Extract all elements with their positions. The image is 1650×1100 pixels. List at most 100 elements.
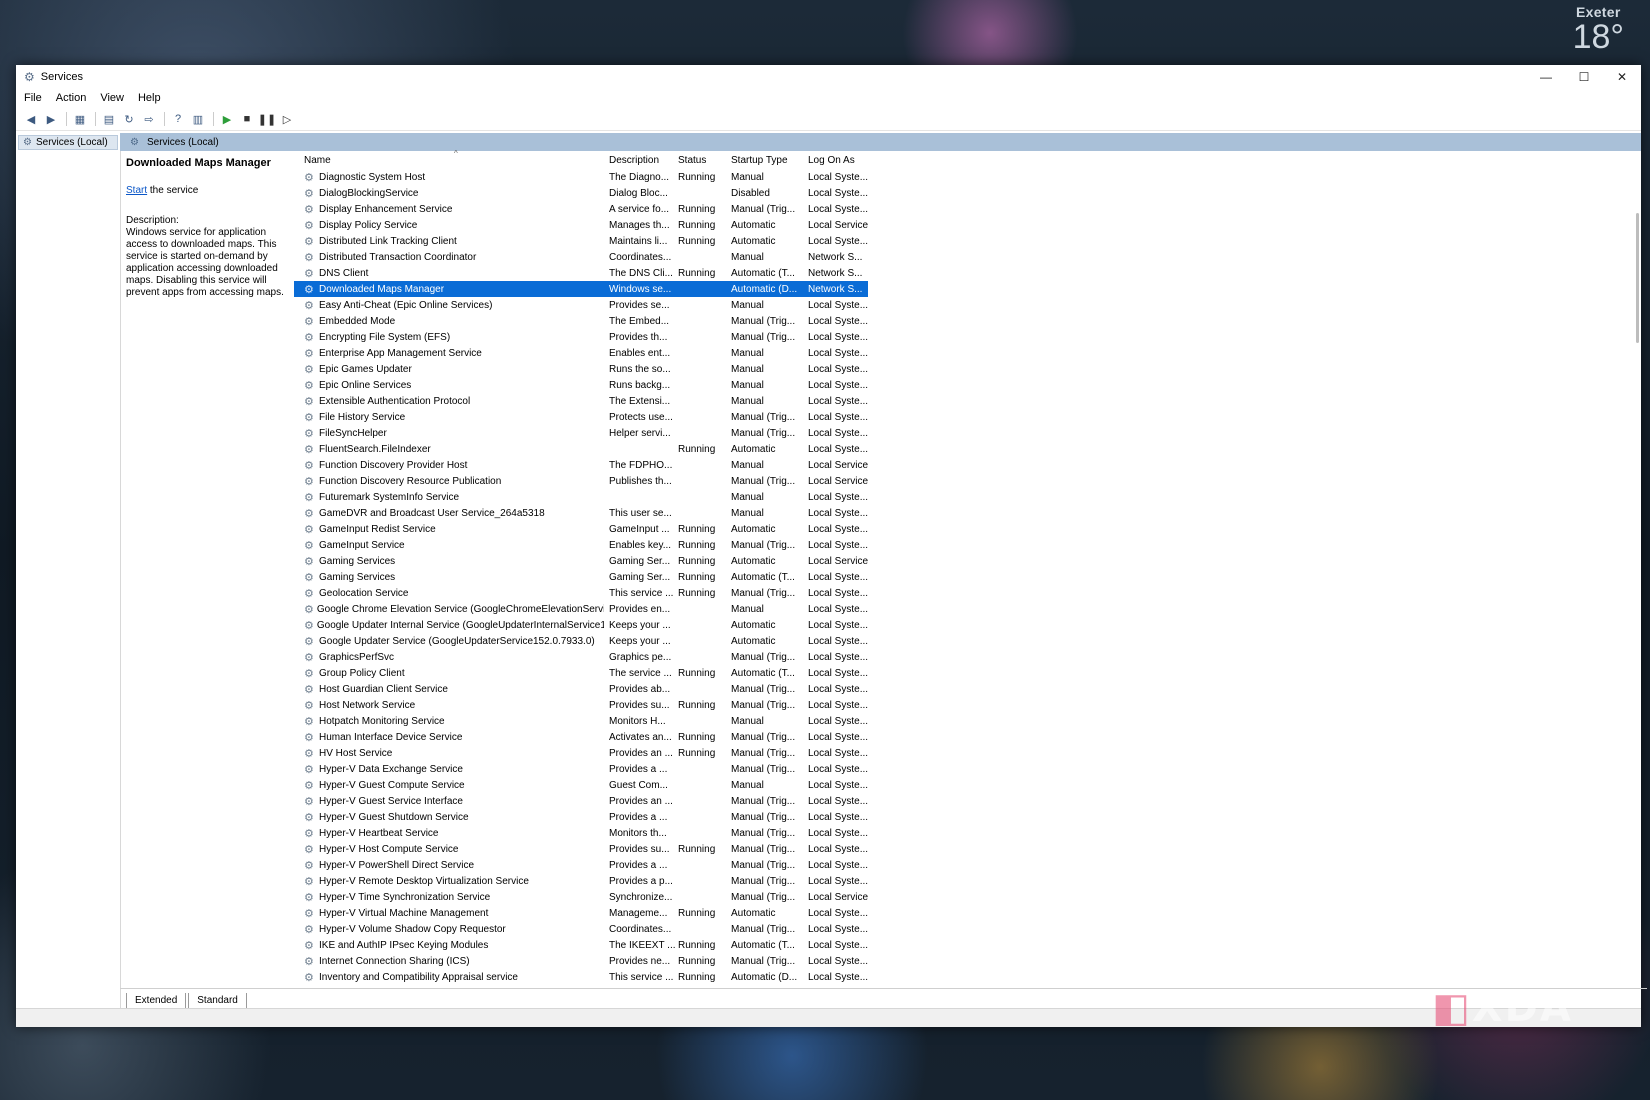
table-row[interactable]: ⚙ File History Service Protects use... Manu… <box>294 409 1641 425</box>
console-tree-icon[interactable]: ▦ <box>71 111 89 127</box>
table-row[interactable]: ⚙ Downloaded Maps Manager Windows se... Aut… <box>294 281 868 297</box>
table-row[interactable]: ⚙ Hyper-V PowerShell Direct Service Provid… <box>294 857 1641 873</box>
table-row[interactable]: ⚙ Epic Online Services Runs backg... Manual… <box>294 377 1641 393</box>
pause-icon[interactable]: ❚❚ <box>258 111 276 127</box>
menu-action[interactable]: Action <box>56 92 87 104</box>
menu-view[interactable]: View <box>100 92 124 104</box>
table-row[interactable]: ⚙ Hyper-V Guest Compute Service Guest Com.… <box>294 777 1641 793</box>
menu-file[interactable]: File <box>24 92 42 104</box>
service-startup-cell-text: Manual <box>731 251 764 263</box>
table-row[interactable]: ⚙ Extensible Authentication Protocol The E… <box>294 393 1641 409</box>
table-row[interactable]: ⚙ Distributed Transaction Coordinator Coor… <box>294 249 1641 265</box>
column-name[interactable]: Name <box>294 155 604 166</box>
title-bar[interactable]: ⚙ Services — ☐ ✕ <box>16 65 1641 88</box>
minimize-button[interactable]: — <box>1527 65 1565 88</box>
table-row[interactable]: ⚙ Epic Games Updater Runs the so... Manual L… <box>294 361 1641 377</box>
service-startup-cell: Disabled <box>728 188 805 199</box>
table-row[interactable]: ⚙ Human Interface Device Service Activates… <box>294 729 1641 745</box>
service-startup-cell-text: Manual (Trig... <box>731 731 796 743</box>
table-row[interactable]: ⚙ DNS Client The DNS Cli... Running Automati… <box>294 265 1641 281</box>
table-row[interactable]: ⚙ Inventory and Compatibility Appraisal s… <box>294 969 1641 985</box>
table-row[interactable]: ⚙ Geolocation Service This service ... Runn… <box>294 585 1641 601</box>
table-row[interactable]: ⚙ FluentSearch.FileIndexer Running Automati… <box>294 441 1641 457</box>
column-status[interactable]: Status <box>675 155 728 166</box>
table-row[interactable]: ⚙ Internet Connection Sharing (ICS) Provid… <box>294 953 1641 969</box>
table-row[interactable]: ⚙ Hyper-V Virtual Machine Management Manag… <box>294 905 1641 921</box>
stop-icon[interactable]: ■ <box>238 111 256 127</box>
table-row[interactable]: ⚙ Hyper-V Time Synchronization Service Syn… <box>294 889 1641 905</box>
table-row[interactable]: ⚙ Hyper-V Heartbeat Service Monitors th...… <box>294 825 1641 841</box>
table-row[interactable]: ⚙ GameInput Service Enables key... Running M… <box>294 537 1641 553</box>
table-row[interactable]: ⚙ Function Discovery Resource Publication… <box>294 473 1641 489</box>
service-description-cell-text: A service fo... <box>609 203 670 215</box>
table-row[interactable]: ⚙ FileSyncHelper Helper servi... Manual (Tr… <box>294 425 1641 441</box>
menu-help[interactable]: Help <box>138 92 161 104</box>
properties-icon[interactable]: ▤ <box>100 111 118 127</box>
service-startup-cell-text: Manual <box>731 715 764 727</box>
table-row[interactable]: ⚙ Display Policy Service Manages th... Runn… <box>294 217 1641 233</box>
table-row[interactable]: ⚙ Hyper-V Data Exchange Service Provides a… <box>294 761 1641 777</box>
table-row[interactable]: ⚙ Distributed Link Tracking Client Maintai… <box>294 233 1641 249</box>
back-arrow-icon[interactable]: ◀ <box>22 111 40 127</box>
refresh-icon[interactable]: ↻ <box>120 111 138 127</box>
maximize-button[interactable]: ☐ <box>1565 65 1603 88</box>
table-row[interactable]: ⚙ Hyper-V Volume Shadow Copy Requestor Coo… <box>294 921 1641 937</box>
column-startup-type[interactable]: Startup Type <box>728 155 805 166</box>
tab-standard[interactable]: Standard <box>188 993 247 1009</box>
table-row[interactable]: ⚙ Hyper-V Guest Shutdown Service Provides … <box>294 809 1641 825</box>
service-name-cell-text: Downloaded Maps Manager <box>319 283 445 295</box>
table-row[interactable]: ⚙ Hotpatch Monitoring Service Monitors H..… <box>294 713 1641 729</box>
service-logon-cell-text: Local Syste... <box>808 203 868 215</box>
table-row[interactable]: ⚙ Hyper-V Guest Service Interface Provides… <box>294 793 1641 809</box>
table-row[interactable]: ⚙ GameInput Redist Service GameInput ... Ru… <box>294 521 1641 537</box>
table-row[interactable]: ⚙ Google Updater Internal Service (Google… <box>294 617 1641 633</box>
start-icon[interactable]: ▶ <box>218 111 236 127</box>
table-row[interactable]: ⚙ Gaming Services Gaming Ser... Running Auto… <box>294 569 1641 585</box>
column-log-on-as[interactable]: Log On As <box>805 155 868 166</box>
help-icon[interactable]: ? <box>169 111 187 127</box>
table-row[interactable]: ⚙ Enterprise App Management Service Enable… <box>294 345 1641 361</box>
close-button[interactable]: ✕ <box>1603 65 1641 88</box>
service-name-cell-text: GameDVR and Broadcast User Service_264a5… <box>319 507 545 519</box>
vertical-scrollbar[interactable] <box>1636 213 1639 343</box>
tree-item-services-local[interactable]: ⚙ Services (Local) <box>18 135 118 150</box>
service-logon-cell: Local Syste... <box>805 492 868 503</box>
table-row[interactable]: ⚙ Host Guardian Client Service Provides ab… <box>294 681 1641 697</box>
table-row[interactable]: ⚙ Hyper-V Remote Desktop Virtualization S… <box>294 873 1641 889</box>
weather-widget[interactable]: Exeter 18° <box>1573 4 1624 54</box>
service-status-cell-text: Running <box>678 667 716 679</box>
table-row[interactable]: ⚙ IKE and AuthIP IPsec Keying Modules The … <box>294 937 1641 953</box>
table-row[interactable]: ⚙ Embedded Mode The Embed... Manual (Trig..… <box>294 313 1641 329</box>
table-row[interactable]: ⚙ Hyper-V Host Compute Service Provides su… <box>294 841 1641 857</box>
table-row[interactable]: ⚙ Function Discovery Provider Host The FDP… <box>294 457 1641 473</box>
tab-extended[interactable]: Extended <box>126 993 187 1009</box>
table-row[interactable]: ⚙ Host Network Service Provides su... Runni… <box>294 697 1641 713</box>
service-name-cell-text: Display Enhancement Service <box>319 203 453 215</box>
table-row[interactable]: ⚙ Gaming Services Gaming Ser... Running Auto… <box>294 553 1641 569</box>
forward-arrow-icon[interactable]: ▶ <box>42 111 60 127</box>
table-row[interactable]: ⚙ Encrypting File System (EFS) Provides th… <box>294 329 1641 345</box>
service-startup-cell-text: Manual (Trig... <box>731 331 796 343</box>
table-row[interactable]: ⚙ HV Host Service Provides an ... Running Ma… <box>294 745 1641 761</box>
service-gear-icon: ⚙ <box>304 523 314 536</box>
show-hide-icon[interactable]: ▥ <box>189 111 207 127</box>
table-row[interactable]: ⚙ DialogBlockingService Dialog Bloc... Disa… <box>294 185 1641 201</box>
table-row[interactable]: ⚙ GraphicsPerfSvc Graphics pe... Manual (Tr… <box>294 649 1641 665</box>
service-startup-cell: Manual (Trig... <box>728 652 805 663</box>
service-gear-icon: ⚙ <box>304 747 314 760</box>
service-startup-cell-text: Manual (Trig... <box>731 795 796 807</box>
service-status-cell: Running <box>675 588 728 599</box>
resume-icon[interactable]: ▷ <box>278 111 296 127</box>
service-startup-cell: Manual (Trig... <box>728 748 805 759</box>
table-row[interactable]: ⚙ Easy Anti-Cheat (Epic Online Services) P… <box>294 297 1641 313</box>
column-description[interactable]: Description <box>604 155 675 166</box>
table-row[interactable]: ⚙ Google Chrome Elevation Service (Google… <box>294 601 1641 617</box>
table-row[interactable]: ⚙ Group Policy Client The service ... Runni… <box>294 665 1641 681</box>
table-row[interactable]: ⚙ Google Updater Service (GoogleUpdaterSe… <box>294 633 1641 649</box>
table-row[interactable]: ⚙ GameDVR and Broadcast User Service_264a… <box>294 505 1641 521</box>
table-row[interactable]: ⚙ Display Enhancement Service A service fo… <box>294 201 1641 217</box>
table-row[interactable]: ⚙ Diagnostic System Host The Diagno... Runn… <box>294 169 1641 185</box>
start-service-link[interactable]: Start <box>126 185 147 196</box>
table-row[interactable]: ⚙ Futuremark SystemInfo Service Manual Loca… <box>294 489 1641 505</box>
export-icon[interactable]: ⇨ <box>140 111 158 127</box>
